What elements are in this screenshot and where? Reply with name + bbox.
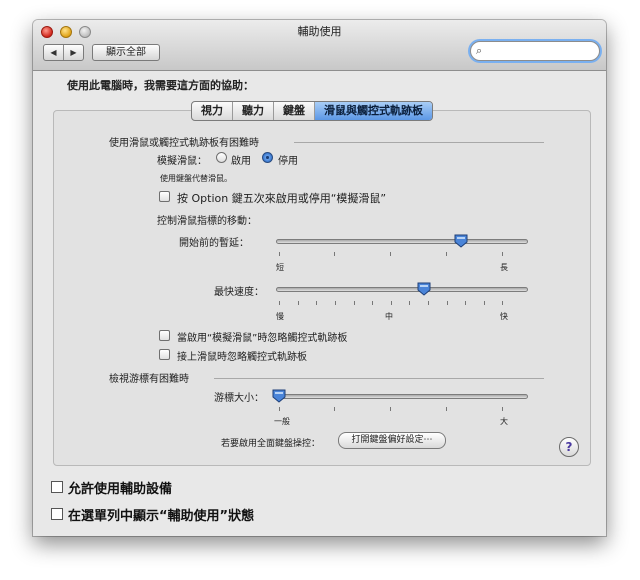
initial-delay-max-label: 長 — [500, 263, 508, 272]
assistive-devices-label: 允許使用輔助設備 — [68, 482, 173, 497]
mouse-trackpad-panel: 使用滑鼠或觸控式軌跡板有困難時 模擬滑鼠： 啟用 停用 使用鍵盤代替滑鼠。 按 … — [53, 110, 591, 466]
forward-arrow-icon[interactable]: ▶ — [64, 45, 83, 60]
initial-delay-slider-track[interactable] — [276, 239, 528, 244]
tab-hearing[interactable]: 聽力 — [233, 102, 274, 120]
slider-tick — [446, 252, 447, 256]
max-speed-mid-label: 中 — [385, 312, 393, 321]
slider-tick — [334, 407, 335, 411]
slider-tick — [502, 407, 503, 411]
slider-tick — [446, 407, 447, 411]
mouse-keys-on-radio[interactable] — [216, 152, 227, 163]
ignore-trackpad-mouse-keys-label: 當啟用“模擬滑鼠”時忽略觸控式軌跡板 — [177, 333, 348, 344]
slider-tick — [390, 407, 391, 411]
slider-tick — [447, 301, 448, 305]
slider-tick — [298, 301, 299, 305]
cursor-size-min-label: 一般 — [274, 417, 290, 426]
show-all-button[interactable]: 顯示全部 — [92, 44, 160, 61]
divider — [214, 378, 544, 379]
back-forward-control[interactable]: ◀ ▶ — [43, 44, 84, 61]
slider-tick — [279, 252, 280, 256]
tab-keyboard[interactable]: 鍵盤 — [274, 102, 315, 120]
slider-tick — [316, 301, 317, 305]
assistance-prompt: 使用此電腦時，我需要這方面的協助： — [67, 79, 254, 92]
keyboard-access-label: 若要啟用全面鍵盤操控： — [221, 439, 321, 449]
assistive-devices-checkbox[interactable] — [51, 481, 63, 493]
preferences-window: 輔助使用 ◀ ▶ 顯示全部 ⌕ 使用此電腦時，我需要這方面的協助： 視力 聽力 … — [33, 20, 606, 536]
slider-tick — [334, 252, 335, 256]
ignore-trackpad-mouse-keys-checkbox[interactable] — [159, 330, 170, 341]
mouse-section-title: 使用滑鼠或觸控式軌跡板有困難時 — [109, 138, 259, 149]
mouse-keys-off-label: 停用 — [278, 156, 298, 167]
slider-tick — [390, 252, 391, 256]
search-field[interactable]: ⌕ — [470, 41, 600, 61]
cursor-size-slider-track[interactable] — [276, 394, 528, 399]
slider-tick — [354, 301, 355, 305]
tab-bar: 視力 聽力 鍵盤 滑鼠與觸控式軌跡板 — [191, 101, 433, 121]
option-key-toggle-label: 按 Option 鍵五次來啟用或停用“模擬滑鼠” — [177, 192, 387, 205]
max-speed-min-label: 慢 — [276, 312, 284, 321]
slider-tick — [465, 301, 466, 305]
tab-seeing[interactable]: 視力 — [192, 102, 233, 120]
slider-tick — [502, 301, 503, 305]
slider-tick — [279, 301, 280, 305]
back-arrow-icon[interactable]: ◀ — [44, 45, 64, 60]
menu-status-label: 在選單列中顯示“輔助使用”狀態 — [68, 509, 255, 524]
cursor-section-title: 檢視游標有困難時 — [109, 374, 189, 385]
menu-status-checkbox[interactable] — [51, 508, 63, 520]
divider — [294, 142, 544, 143]
max-speed-label: 最快速度： — [214, 287, 264, 298]
slider-tick — [428, 301, 429, 305]
option-key-toggle-checkbox[interactable] — [159, 191, 170, 202]
ignore-trackpad-mouse-present-label: 接上滑鼠時忽略觸控式軌跡板 — [177, 352, 307, 363]
slider-tick — [372, 301, 373, 305]
cursor-size-label: 游標大小： — [214, 393, 264, 404]
mouse-keys-label: 模擬滑鼠： — [157, 156, 207, 167]
open-keyboard-preferences-button[interactable]: 打開鍵盤偏好設定⋯ — [338, 432, 446, 449]
slider-tick — [502, 252, 503, 256]
help-button[interactable]: ? — [559, 437, 579, 457]
slider-tick — [484, 301, 485, 305]
max-speed-max-label: 快 — [500, 312, 508, 321]
magnifier-icon: ⌕ — [476, 44, 483, 57]
mouse-keys-on-label: 啟用 — [231, 156, 251, 167]
mouse-keys-off-radio[interactable] — [262, 152, 273, 163]
initial-delay-min-label: 短 — [276, 263, 284, 272]
ignore-trackpad-mouse-present-checkbox[interactable] — [159, 349, 170, 360]
title-bar: 輔助使用 ◀ ▶ 顯示全部 ⌕ — [33, 20, 606, 71]
initial-delay-slider-thumb[interactable] — [454, 234, 468, 248]
mouse-keys-hint: 使用鍵盤代替滑鼠。 — [160, 174, 232, 183]
max-speed-slider-track[interactable] — [276, 287, 528, 292]
initial-delay-label: 開始前的暫延： — [179, 238, 249, 249]
slider-tick — [279, 407, 280, 411]
window-title: 輔助使用 — [297, 25, 342, 38]
slider-tick — [409, 301, 410, 305]
pointer-movement-label: 控制滑鼠指標的移動： — [157, 216, 257, 227]
max-speed-slider-thumb[interactable] — [417, 282, 431, 296]
tab-mouse-trackpad[interactable]: 滑鼠與觸控式軌跡板 — [315, 102, 432, 120]
cursor-size-slider-thumb[interactable] — [272, 389, 286, 403]
slider-tick — [335, 301, 336, 305]
slider-tick — [391, 301, 392, 305]
cursor-size-max-label: 大 — [500, 417, 508, 426]
